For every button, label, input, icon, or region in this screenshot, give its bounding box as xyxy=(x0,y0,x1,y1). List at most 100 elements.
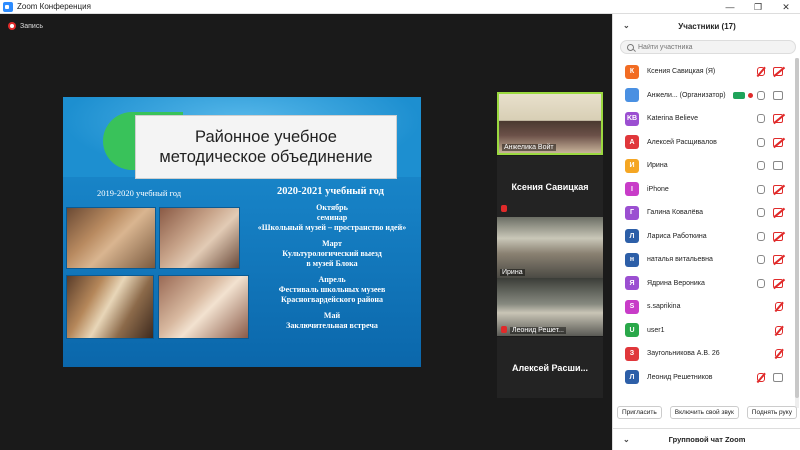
participants-scrollbar[interactable] xyxy=(795,58,799,408)
mic-muted-icon xyxy=(501,205,507,212)
participant-row[interactable]: Uuser1 xyxy=(613,319,797,343)
participant-list: К Ксения Савицкая (Я) Анжели... (Организат… xyxy=(613,60,797,389)
mic-icon[interactable] xyxy=(757,137,765,147)
participant-search[interactable] xyxy=(620,40,796,54)
chat-header[interactable]: ⌄ Групповой чат Zoom xyxy=(613,428,800,450)
avatar: н xyxy=(625,252,639,267)
unmute-myself-button[interactable]: Включить свой звук xyxy=(669,405,739,419)
raise-hand-button[interactable]: Поднять руку xyxy=(746,405,797,419)
mic-muted-icon[interactable] xyxy=(757,372,765,382)
mic-muted-icon xyxy=(501,326,507,333)
slide-title-line2: методическое объединение xyxy=(159,148,373,166)
participant-name: Заугольникова А.В. 26 xyxy=(647,350,720,358)
slide-event-line: Октябрь xyxy=(316,203,348,212)
meeting-main-area: Запись Районное учебное методическое объ… xyxy=(0,14,612,450)
slide-event-line: Апрель xyxy=(318,275,346,284)
video-tile[interactable]: Анжелика Войт xyxy=(497,92,603,155)
participant-name: iPhone xyxy=(647,185,669,193)
mic-icon[interactable] xyxy=(757,208,765,217)
mic-icon[interactable] xyxy=(757,114,765,123)
slide-photo xyxy=(159,207,240,269)
slide-events-list: Октябрь семинар «Школьный музей – простран… xyxy=(241,203,421,331)
participant-row[interactable]: н наталья витальевна xyxy=(613,248,797,272)
participant-name: s.saprikina xyxy=(647,303,681,311)
avatar: KB xyxy=(625,111,639,126)
camera-icon[interactable] xyxy=(773,90,783,100)
mic-icon[interactable] xyxy=(757,161,765,170)
participant-name: наталья витальевна xyxy=(647,256,713,264)
recording-indicator[interactable]: Запись xyxy=(8,22,43,30)
video-tile[interactable]: Ксения Савицкая xyxy=(497,156,603,218)
mic-muted-icon[interactable] xyxy=(775,349,783,358)
camera-off-icon[interactable] xyxy=(773,67,783,76)
participant-name: Ядрина Вероника xyxy=(647,279,705,287)
camera-off-icon[interactable] xyxy=(773,278,783,288)
maximize-button[interactable]: ❐ xyxy=(744,0,772,14)
video-on-icon xyxy=(733,91,745,99)
zoom-logo-icon xyxy=(3,1,13,12)
video-tile-name: Алексей Расши... xyxy=(512,362,588,373)
search-icon xyxy=(627,43,634,51)
slide-photo xyxy=(66,275,154,339)
slide-photo xyxy=(158,275,249,339)
participant-row[interactable]: IiPhone xyxy=(613,178,797,202)
camera-off-icon[interactable] xyxy=(773,184,783,194)
participant-name: Ксения Савицкая (Я) xyxy=(647,68,716,76)
participant-row[interactable]: К Ксения Савицкая (Я) xyxy=(613,60,797,84)
mic-muted-icon[interactable] xyxy=(757,67,765,76)
participant-row[interactable]: И Ирина xyxy=(613,154,797,178)
participant-name: Анжели... (Организатор) xyxy=(647,91,726,99)
slide-event-line: «Школьный музей – пространство идей» xyxy=(257,223,407,232)
slide-year-right: 2020-2021 учебный год xyxy=(277,186,384,197)
video-tile[interactable]: Алексей Расши... xyxy=(497,337,603,398)
video-tile-name: Ксения Савицкая xyxy=(511,182,589,192)
participant-name: Ирина xyxy=(647,162,668,170)
slide-event-line: семинар xyxy=(316,213,348,222)
camera-icon[interactable] xyxy=(773,372,783,382)
avatar: U xyxy=(625,323,639,338)
participant-row[interactable]: Л Лариса Работкина xyxy=(613,225,797,249)
camera-off-icon[interactable] xyxy=(773,114,783,123)
mic-icon[interactable] xyxy=(757,231,765,241)
mic-icon[interactable] xyxy=(757,278,765,288)
avatar: И xyxy=(625,158,639,173)
participant-row[interactable]: Л Леонид Решетников xyxy=(613,366,797,390)
camera-off-icon[interactable] xyxy=(773,255,783,264)
avatar: S xyxy=(625,299,639,314)
avatar: Я xyxy=(625,276,639,291)
participant-name: Галина Ковалёва xyxy=(647,209,704,217)
video-tile[interactable]: Леонид Решет... xyxy=(497,278,603,336)
participant-row[interactable]: А Алексей Расщивалов xyxy=(613,131,797,155)
participants-panel: ⌄ Участники (17) К Ксения Савицкая (Я) Анж… xyxy=(612,14,800,450)
mic-icon[interactable] xyxy=(757,90,765,100)
video-tile-name: Анжелика Войт xyxy=(502,144,556,151)
participant-row[interactable]: З Заугольникова А.В. 26 xyxy=(613,342,797,366)
camera-off-icon[interactable] xyxy=(773,137,783,147)
avatar: I xyxy=(625,182,639,197)
participant-row[interactable]: Анжели... (Организатор) xyxy=(613,84,797,108)
participant-row[interactable]: Ss.saprikina xyxy=(613,295,797,319)
chevron-down-icon[interactable]: ⌄ xyxy=(623,21,630,30)
participant-search-input[interactable] xyxy=(638,43,788,51)
participant-name: Алексей Расщивалов xyxy=(647,138,717,146)
shared-screen-slide: Районное учебное методическое объединени… xyxy=(63,97,421,367)
mic-muted-icon[interactable] xyxy=(775,325,783,335)
invite-button[interactable]: Пригласить xyxy=(616,405,662,419)
camera-off-icon[interactable] xyxy=(773,231,783,241)
avatar: Л xyxy=(625,370,639,385)
avatar: З xyxy=(625,346,639,361)
camera-icon[interactable] xyxy=(773,161,783,170)
slide-title-line1: Районное учебное xyxy=(195,128,337,146)
participant-row[interactable]: KB Katerina Believe xyxy=(613,107,797,131)
participant-row[interactable]: Г Галина Ковалёва xyxy=(613,201,797,225)
recording-dot-icon xyxy=(748,92,753,98)
video-tile[interactable]: Ирина xyxy=(497,217,603,278)
mic-icon[interactable] xyxy=(757,255,765,264)
recording-label: Запись xyxy=(20,22,43,30)
mic-muted-icon[interactable] xyxy=(775,302,783,311)
minimize-button[interactable]: — xyxy=(716,0,744,14)
camera-off-icon[interactable] xyxy=(773,208,783,217)
close-button[interactable]: ✕ xyxy=(772,0,800,14)
mic-icon[interactable] xyxy=(757,184,765,194)
participant-row[interactable]: Я Ядрина Вероника xyxy=(613,272,797,296)
